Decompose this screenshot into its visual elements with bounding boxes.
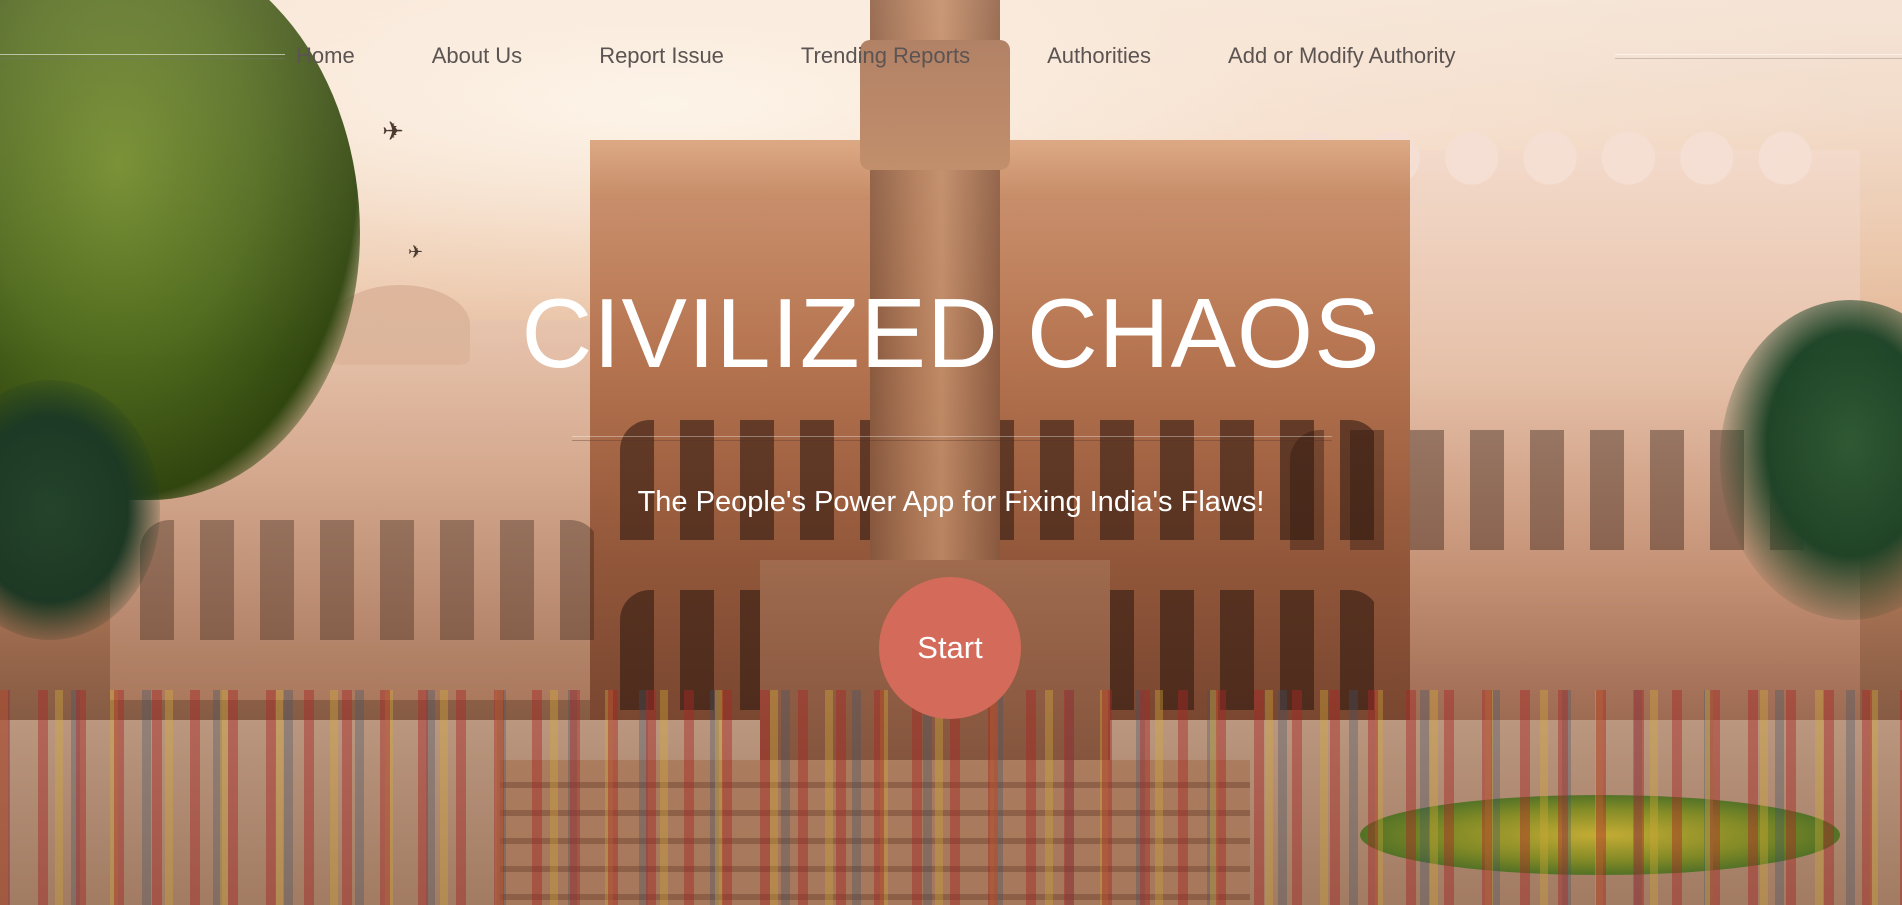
start-button[interactable]: Start (879, 577, 1021, 719)
nav-menu: Home About Us Report Issue Trending Repo… (296, 38, 1456, 74)
hero-section: ✈︎ ✈︎ Home About Us Report Issue Trendin… (0, 0, 1902, 905)
hero-subtitle: The People's Power App for Fixing India'… (637, 486, 1265, 518)
warm-overlay (0, 0, 1902, 905)
palace-arches (140, 520, 600, 640)
bird-icon: ✈︎ (382, 116, 404, 146)
flower-garden (1360, 795, 1840, 875)
top-navigation: Home About Us Report Issue Trending Repo… (0, 0, 1902, 110)
nav-about-us-link[interactable]: About Us (432, 38, 523, 74)
nav-trending-reports-link[interactable]: Trending Reports (801, 38, 970, 74)
ground (0, 720, 1902, 905)
title-divider (572, 436, 1332, 441)
nav-divider-right (1615, 54, 1902, 59)
nav-authorities-link[interactable]: Authorities (1047, 38, 1151, 74)
nav-add-modify-authority-link[interactable]: Add or Modify Authority (1228, 38, 1455, 74)
nav-divider-left (0, 54, 285, 59)
nav-report-issue-link[interactable]: Report Issue (599, 38, 724, 74)
crowd (0, 690, 1902, 905)
palace-right (1260, 150, 1860, 720)
stone-steps (500, 760, 1250, 905)
bird-icon: ✈︎ (408, 242, 424, 262)
nav-home-link[interactable]: Home (296, 38, 355, 74)
hero-title: CIVILIZED CHAOS (521, 278, 1381, 388)
palace-main-roof (590, 140, 1410, 200)
